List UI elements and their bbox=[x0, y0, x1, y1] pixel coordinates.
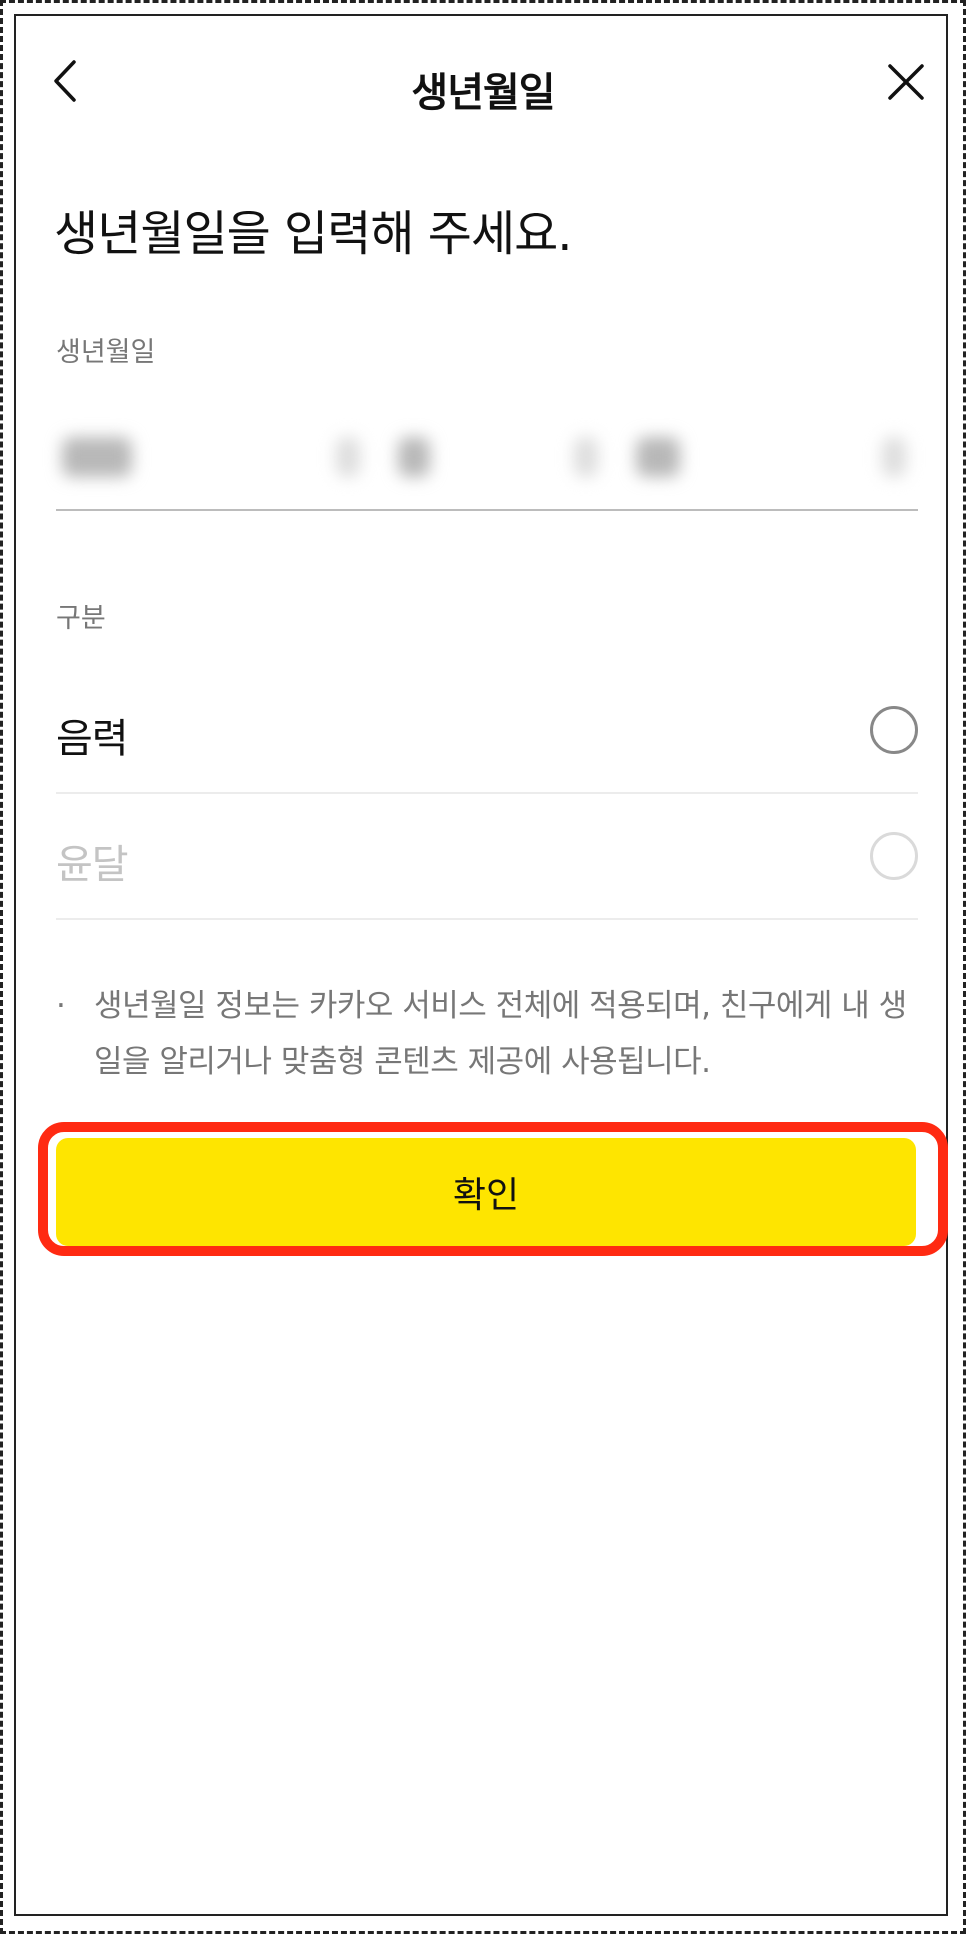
info-note: · 생년월일 정보는 카카오 서비스 전체에 적용되며, 친구에게 내 생일을 … bbox=[56, 978, 926, 1090]
top-bar: 생년월일 bbox=[16, 16, 950, 136]
year-value-redacted[interactable] bbox=[62, 437, 132, 477]
year-unit-redacted bbox=[336, 437, 360, 477]
page-title: 생년월일 bbox=[411, 70, 555, 116]
confirm-button[interactable]: 확인 bbox=[56, 1138, 916, 1246]
lunar-radio[interactable] bbox=[870, 706, 918, 754]
leap-month-option-label: 윤달 bbox=[56, 842, 129, 888]
bullet: · bbox=[56, 988, 66, 1024]
leap-month-option[interactable]: 윤달 bbox=[56, 794, 918, 920]
birthdate-underline bbox=[56, 509, 918, 511]
lunar-option[interactable]: 음력 bbox=[56, 668, 918, 794]
close-icon bbox=[888, 64, 924, 100]
month-unit-redacted bbox=[574, 437, 598, 477]
day-unit-redacted bbox=[882, 437, 906, 477]
month-value-redacted[interactable] bbox=[398, 437, 430, 477]
lunar-option-label: 음력 bbox=[56, 716, 129, 762]
birthdate-input[interactable] bbox=[56, 421, 918, 501]
calendar-type-label: 구분 bbox=[56, 603, 106, 634]
form-heading: 생년월일을 입력해 주세요. bbox=[54, 206, 573, 262]
info-note-text: 생년월일 정보는 카카오 서비스 전체에 적용되며, 친구에게 내 생일을 알리… bbox=[94, 988, 907, 1080]
leap-month-radio[interactable] bbox=[870, 832, 918, 880]
birthdate-label: 생년월일 bbox=[56, 337, 156, 368]
day-value-redacted[interactable] bbox=[636, 437, 680, 477]
app-screen: 생년월일 생년월일을 입력해 주세요. 생년월일 구분 음력 윤달 · 생년월일… bbox=[14, 14, 948, 1916]
divider bbox=[56, 918, 918, 920]
confirm-button-label: 확인 bbox=[452, 1175, 520, 1216]
close-button[interactable] bbox=[880, 56, 932, 108]
